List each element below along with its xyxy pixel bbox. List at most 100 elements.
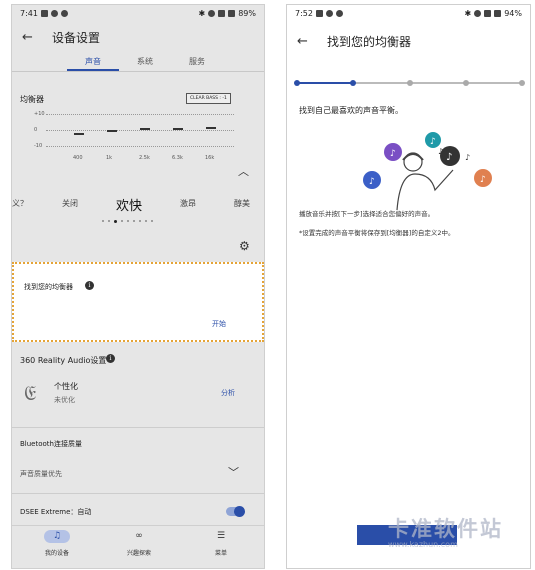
page-title: 设备设置: [52, 30, 101, 45]
nav-label: 兴趣探索: [126, 550, 151, 557]
toggle-knob: [234, 506, 245, 517]
notification-icon: [325, 10, 333, 17]
eq-band-level[interactable]: [173, 128, 183, 131]
optimization-status: 未优化: [54, 396, 75, 404]
tab-system[interactable]: 系统: [119, 52, 171, 71]
status-time: 7:52: [295, 9, 313, 18]
gear-icon[interactable]: ⚙: [239, 239, 250, 253]
chevron-down-icon[interactable]: ﹀: [228, 464, 239, 480]
progress-segment: [353, 82, 410, 84]
preset-page-indicator: [102, 220, 153, 223]
tab-sound[interactable]: 声音: [67, 52, 119, 71]
preset-excited[interactable]: 激昂: [180, 198, 196, 209]
notification-icon: [60, 10, 68, 17]
discover-icon: ∞: [135, 531, 143, 541]
eq-y-label: +10: [34, 111, 45, 117]
status-bar: 7:52 ✱ 94%: [287, 5, 530, 22]
svg-text:♪: ♪: [446, 152, 452, 163]
preset-off[interactable]: 关闭: [62, 198, 78, 209]
nav-my-device[interactable]: ♫ 我的设备: [22, 530, 92, 557]
eq-band-level[interactable]: [74, 133, 84, 136]
note-text: *设置完成的声音平衡将保存到[均衡器]的自定义2中。: [299, 229, 455, 237]
bluetooth-quality-value[interactable]: 声音质量优先: [20, 469, 62, 479]
info-icon[interactable]: i: [85, 281, 94, 290]
app-bar: ← 设备设置: [12, 22, 264, 52]
bluetooth-quality-title: Bluetooth连接质量: [20, 440, 82, 448]
battery-level: 94%: [504, 9, 522, 18]
progress-segment: [297, 82, 354, 84]
svg-text:♪: ♪: [438, 147, 443, 156]
page-dot: [139, 220, 141, 222]
preset-custom[interactable]: 义？: [12, 198, 28, 209]
menu-icon: ☰: [216, 531, 226, 541]
preset-mellow[interactable]: 醇美: [234, 198, 250, 209]
analyze-button[interactable]: 分析: [221, 388, 235, 398]
watermark-url: www.kazhun.com: [388, 540, 458, 549]
page-dot: [133, 220, 135, 222]
progress-step: [462, 80, 469, 86]
eq-band-label: 16k: [205, 155, 215, 161]
clear-bass-button[interactable]: CLEAR BASS : -1: [186, 93, 231, 104]
dsee-toggle[interactable]: [226, 506, 245, 517]
eq-grid-line: [46, 146, 234, 147]
divider: [12, 493, 264, 494]
equalizer-label: 均衡器: [20, 95, 44, 104]
instruction-text: 播放音乐并按[下一步]选择适合您偏好的声音。: [299, 210, 435, 218]
nav-menu[interactable]: ☰ 菜单: [186, 530, 256, 557]
music-listener-illustration: ♪ ♪ ♪ ♪ ♪ ♪ ♪: [363, 132, 492, 210]
preset-carousel[interactable]: 义？ 关闭 欢快 激昂 醇美: [12, 195, 264, 214]
page-dot: [127, 220, 129, 222]
eq-band-label: 1k: [106, 155, 113, 161]
equalizer-graph[interactable]: +10 0 -10 400 1k 2.5k 6.3k 16k: [34, 109, 234, 163]
right-phone-screen: 7:52 ✱ 94% ← 找到您的均衡器 找到自己最喜欢的声音平衡。 ♪ ♪ ♪…: [286, 4, 531, 569]
start-button[interactable]: 开始: [212, 319, 226, 329]
app-bar: ← 找到您的均衡器: [287, 26, 530, 56]
status-bar: 7:41 ✱ 89%: [12, 5, 264, 22]
eq-band-label: 6.3k: [172, 155, 183, 161]
progress-step: [519, 80, 525, 86]
page-dot: [145, 220, 147, 222]
notification-icon: [40, 10, 48, 17]
page-dot: [114, 220, 117, 223]
page-title: 找到您的均衡器: [327, 34, 412, 49]
ear-icon: 𝔈: [24, 381, 37, 405]
settings-tabs: 声音 系统 服务: [12, 52, 264, 72]
page-dot: [108, 220, 110, 222]
eq-y-label: -10: [34, 143, 43, 149]
section-heading: 找到自己最喜欢的声音平衡。: [299, 106, 403, 115]
reality-audio-title: 360 Reality Audio设置: [20, 356, 107, 365]
location-icon: [208, 10, 216, 17]
eq-band-label: 400: [73, 155, 83, 161]
progress-step: [294, 80, 300, 86]
back-arrow-icon[interactable]: ←: [297, 34, 319, 49]
chevron-up-icon[interactable]: ︿: [238, 163, 249, 179]
svg-text:♪: ♪: [430, 137, 436, 147]
bluetooth-icon: ✱: [198, 9, 206, 18]
nav-label: 菜单: [214, 550, 227, 557]
tab-service[interactable]: 服务: [171, 52, 223, 71]
left-phone-screen: 7:41 ✱ 89% ← 设备设置 声音 系统 服务 均衡器 CLEAR BAS…: [11, 4, 265, 569]
eq-band-level[interactable]: [107, 130, 117, 132]
eq-band-level[interactable]: [206, 126, 216, 129]
page-dot: [102, 220, 104, 222]
watermark: 卡准软件站: [388, 517, 503, 541]
nav-label: 我的设备: [44, 550, 69, 557]
info-icon[interactable]: i: [106, 354, 115, 363]
divider: [12, 427, 264, 428]
battery-icon: [494, 10, 502, 17]
preset-bright[interactable]: 欢快: [116, 195, 142, 214]
nav-discover[interactable]: ∞ 兴趣探索: [104, 530, 174, 557]
eq-y-label: 0: [34, 127, 38, 133]
battery-icon: [228, 10, 236, 17]
bluetooth-icon: ✱: [464, 9, 472, 18]
personalization-label: 个性化: [54, 382, 78, 391]
status-time: 7:41: [20, 9, 38, 18]
find-equalizer-card: 找到您的均衡器 i 开始: [12, 262, 264, 342]
svg-text:♪: ♪: [369, 177, 375, 187]
headphones-icon: ♫: [44, 530, 70, 543]
progress-segment: [409, 82, 466, 84]
back-arrow-icon[interactable]: ←: [22, 30, 44, 45]
progress-step: [406, 80, 413, 86]
notification-icon: [315, 10, 323, 17]
eq-band-level[interactable]: [140, 128, 150, 131]
